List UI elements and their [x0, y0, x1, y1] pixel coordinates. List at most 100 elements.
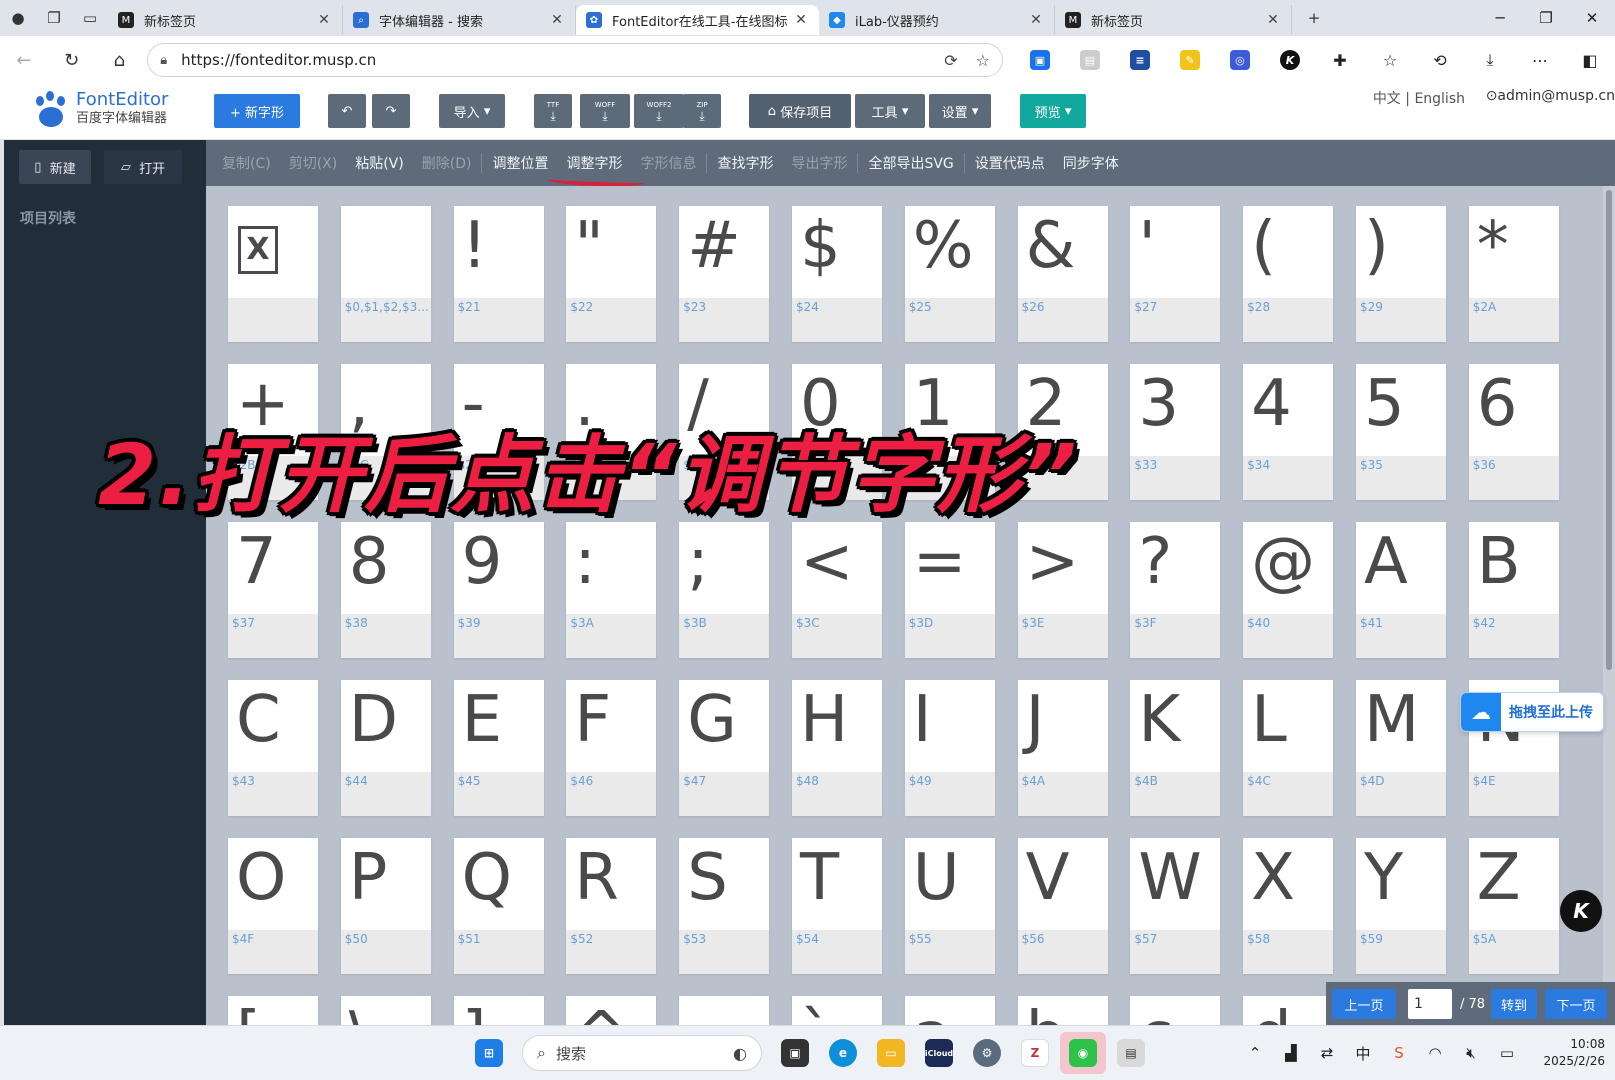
minimize-icon[interactable]: ─ — [1477, 0, 1523, 36]
glyph-cell[interactable]: < $3C — [791, 522, 882, 658]
glyph-cell[interactable]: ' $27 — [1130, 206, 1221, 342]
read-aloud-icon[interactable]: ⟳ — [944, 51, 957, 70]
tools-dropdown[interactable]: 工具 ▾ — [855, 94, 925, 128]
glyph-cell[interactable]: J $4A — [1017, 680, 1108, 816]
glyph-cell[interactable]: ]$5D — [453, 996, 544, 1025]
glyph-cell[interactable]: 9 $39 — [453, 522, 544, 658]
glyph-cell[interactable]: 7 $37 — [228, 522, 318, 658]
downloads-icon[interactable]: ⤓ — [1465, 36, 1515, 84]
glyph-cell[interactable]: ; $3B — [679, 522, 770, 658]
battery-icon[interactable]: ▭ — [1489, 1044, 1525, 1062]
toolbar-action[interactable]: 复制(C) — [222, 153, 271, 173]
glyph-cell[interactable]: ($28 — [1243, 206, 1334, 342]
wifi-icon[interactable]: ◠ — [1417, 1044, 1453, 1062]
glyph-cell[interactable]: W $57 — [1130, 838, 1221, 974]
glyph-cell[interactable]: ! $21 — [453, 206, 544, 342]
glyph-cell[interactable]: U $55 — [904, 838, 995, 974]
explorer-app[interactable]: ▭ — [868, 1032, 914, 1074]
chevron-up-icon[interactable]: ⌃ — [1237, 1044, 1273, 1062]
toolbar-action[interactable]: 查找字形 — [717, 153, 773, 173]
favorites-icon[interactable]: ☆ — [1365, 36, 1415, 84]
home-icon[interactable]: ⌂ — [96, 36, 144, 84]
glyph-cell[interactable]: 5 $35 — [1355, 364, 1446, 500]
profile-icon[interactable]: ● — [0, 0, 36, 36]
glyph-cell[interactable]: $ $24 — [791, 206, 882, 342]
glyph-cell[interactable]: $0,$1,$2,$3... — [340, 206, 431, 342]
browser-tab[interactable]: ✿ FontEditor在线工具-在线图标 ✕ — [576, 5, 819, 35]
misc-app[interactable]: ▤ — [1108, 1032, 1154, 1074]
glyph-cell[interactable]: = $3D — [904, 522, 995, 658]
glyph-cell[interactable]: X — [228, 206, 318, 342]
tray-app-icon[interactable]: ▟ — [1273, 1044, 1309, 1062]
lock-icon[interactable]: 🔒︎ — [160, 53, 167, 68]
glyph-cell[interactable]: ? $3F — [1130, 522, 1221, 658]
glyph-cell[interactable]: R $52 — [566, 838, 657, 974]
next-page-button[interactable]: 下一页 — [1545, 989, 1608, 1019]
glyph-cell[interactable]: V $56 — [1017, 838, 1108, 974]
glyph-cell[interactable]: _$5F — [679, 996, 770, 1025]
zotero-app[interactable]: Z — [1012, 1032, 1058, 1074]
taskview-button[interactable]: ▣ — [772, 1032, 818, 1074]
page-number-input[interactable]: 1 — [1408, 989, 1452, 1019]
glyph-cell[interactable]: P $50 — [340, 838, 431, 974]
glyph-cell[interactable]: @ $40 — [1243, 522, 1334, 658]
tray-sync-icon[interactable]: ⇄ — [1309, 1044, 1345, 1062]
scrollbar-thumb[interactable] — [1606, 190, 1612, 670]
restore-icon[interactable]: ❐ — [1523, 0, 1569, 36]
glyph-cell[interactable]: T $54 — [791, 838, 882, 974]
preview-dropdown[interactable]: 预览 ▾ — [1020, 94, 1086, 128]
browser-tab[interactable]: ◆ iLab-仪器预约 ✕ — [819, 5, 1055, 35]
toolbar-action[interactable]: 调整字形 — [566, 153, 622, 173]
close-tab-icon[interactable]: ✕ — [316, 12, 332, 28]
glyph-cell[interactable]: C $43 — [228, 680, 318, 816]
export-zip-button[interactable]: ZIP ⤓ — [683, 94, 721, 128]
prev-page-button[interactable]: 上一页 — [1332, 989, 1396, 1019]
url-field[interactable]: 🔒︎ https://fonteditor.musp.cn ⟳ ☆ — [147, 43, 1003, 77]
glyph-cell[interactable]: \$5C — [340, 996, 431, 1025]
glyph-cell[interactable]: > $3E — [1017, 522, 1108, 658]
refresh-icon[interactable]: ↻ — [48, 36, 96, 84]
glyph-cell[interactable]: ) $29 — [1355, 206, 1446, 342]
go-page-button[interactable]: 转到 — [1491, 989, 1538, 1019]
glyph-cell[interactable]: Z $5A — [1468, 838, 1559, 974]
back-icon[interactable]: ← — [0, 36, 48, 84]
glyph-cell[interactable]: 3 $33 — [1130, 364, 1221, 500]
glyph-cell[interactable]: E $45 — [453, 680, 544, 816]
close-tab-icon[interactable]: ✕ — [549, 12, 565, 28]
glyph-cell[interactable]: Q $51 — [453, 838, 544, 974]
volume-muted-icon[interactable]: 🔇︎ — [1453, 1044, 1489, 1062]
new-project-button[interactable]: ▯ 新建 — [19, 150, 91, 184]
extension-1-icon[interactable]: ▣ — [1015, 36, 1065, 84]
extension-6-icon[interactable]: K — [1265, 36, 1315, 84]
extension-4-icon[interactable]: ✎ — [1165, 36, 1215, 84]
toolbar-action[interactable]: 导出字形 — [791, 153, 859, 173]
close-tab-icon[interactable]: ✕ — [1028, 12, 1044, 28]
glyph-cell[interactable]: D $44 — [340, 680, 431, 816]
glyph-cell[interactable]: # $23 — [679, 206, 770, 342]
glyph-cell[interactable]: A $41 — [1355, 522, 1446, 658]
close-window-icon[interactable]: ✕ — [1569, 0, 1615, 36]
glyph-cell[interactable]: [$5B — [228, 996, 318, 1025]
toolbar-action[interactable]: 调整位置 — [492, 153, 548, 173]
browser-tab[interactable]: M 新标签页 ✕ — [1055, 5, 1292, 35]
start-button[interactable]: ⊞ — [466, 1032, 512, 1074]
history-icon[interactable]: ⟲ — [1415, 36, 1465, 84]
scrollbar[interactable] — [1603, 186, 1615, 1025]
glyph-cell[interactable]: M $4D — [1355, 680, 1446, 816]
tab-actions-icon[interactable]: ▭ — [72, 0, 108, 36]
open-project-button[interactable]: ▱ 打开 — [104, 150, 182, 184]
toolbar-action[interactable]: 删除(D) — [422, 153, 483, 173]
glyph-cell[interactable]: a$61 — [904, 996, 995, 1025]
glyph-cell[interactable]: O $4F — [228, 838, 318, 974]
toolbar-action[interactable]: 字形信息 — [640, 153, 708, 173]
export-ttf-button[interactable]: TTF ⤓ — [534, 94, 572, 128]
settings-dropdown[interactable]: 设置 ▾ — [929, 94, 991, 128]
drag-upload-widget[interactable]: ☁ 拖拽至此上传 — [1460, 692, 1604, 732]
glyph-cell[interactable]: `$60 — [791, 996, 882, 1025]
toolbar-action[interactable]: 设置代码点 — [975, 153, 1045, 173]
toolbar-action[interactable]: 粘贴(V) — [355, 153, 404, 173]
clock[interactable]: 10:08 2025/2/26 — [1525, 1036, 1615, 1070]
toolbar-action[interactable]: 全部导出SVG — [868, 153, 965, 173]
tray-s-icon[interactable]: S — [1381, 1044, 1417, 1062]
fonteditor-logo[interactable]: FontEditor 百度字体编辑器 — [32, 90, 168, 128]
